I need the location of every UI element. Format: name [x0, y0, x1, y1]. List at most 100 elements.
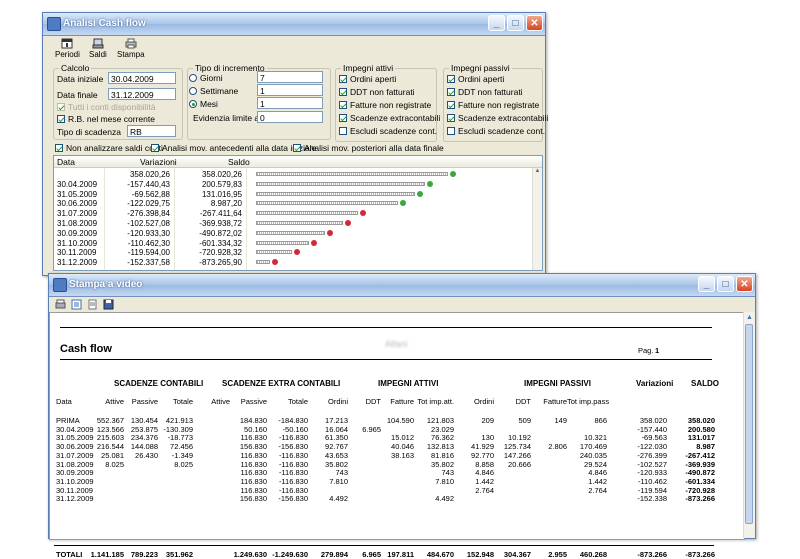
report-cell: 8.025 — [174, 459, 193, 469]
app-icon — [47, 17, 61, 31]
report-col-header: Attive — [211, 397, 230, 406]
rb-mese-checkbox[interactable]: R.B. nel mese corrente — [57, 114, 155, 124]
save-icon[interactable] — [103, 299, 114, 310]
impegni-attivi-label-0: Ordini aperti — [350, 74, 397, 84]
impegni-passivi-box-3 — [447, 114, 455, 122]
giorni-radio[interactable]: Giorni — [189, 73, 223, 83]
balance-bar — [256, 250, 292, 255]
report-cell: 6.965 — [362, 424, 381, 434]
report-col-header: Totale — [287, 397, 308, 406]
negative-marker-icon — [311, 239, 318, 246]
report-cell: 17.213 — [325, 416, 348, 425]
impegni-attivi-checkbox-0[interactable]: Ordini aperti — [339, 74, 396, 84]
settimane-field[interactable]: 1 — [257, 84, 323, 96]
report-cell: 8.025 — [105, 459, 124, 469]
scroll-up-arrow[interactable]: ▲ — [533, 168, 542, 174]
settimane-radio[interactable]: Settimane — [189, 86, 238, 96]
print-icon[interactable] — [55, 299, 66, 310]
data-iniziale-field[interactable]: 30.04.2009 — [108, 72, 176, 84]
data-finale-label: Data finale — [57, 90, 98, 100]
close-button[interactable]: ✕ — [526, 15, 543, 31]
impegni-attivi-checkbox-4[interactable]: Escludi scadenze cont. — [339, 126, 437, 136]
stampa-button[interactable]: Stampa — [117, 38, 145, 59]
report-cell: 184.830 — [239, 416, 267, 425]
report-cell: 116.830 — [240, 476, 267, 486]
minimize-button[interactable]: _ — [488, 15, 505, 31]
tipo-scadenza-field[interactable]: RB — [127, 125, 176, 137]
periodi-button[interactable]: Periodi — [55, 38, 80, 59]
negative-marker-icon — [272, 259, 278, 266]
report-cell: -116.830 — [278, 433, 308, 443]
grid-cell-date: 31.12.2009 — [57, 258, 98, 268]
page-setup-icon[interactable] — [71, 299, 82, 310]
mesi-field[interactable]: 1 — [257, 97, 323, 109]
balance-bar — [256, 201, 398, 206]
balance-bar — [256, 172, 448, 176]
cashflow-grid[interactable]: Data Variazioni Saldo 358.020,26 358.020,… — [53, 155, 543, 271]
print-window: Stampa a video _ □ ✕ Cash flow Alfani Pa… — [48, 273, 756, 559]
option-posteriori-checkbox[interactable]: Analisi mov. posteriori alla data finale — [293, 143, 444, 153]
report-cell: -102.527 — [637, 459, 667, 469]
minimize-button[interactable]: _ — [698, 276, 715, 292]
grid-cell-variazioni: -157.440,43 — [127, 179, 170, 189]
impegni-attivi-box-2 — [339, 101, 347, 109]
impegni-passivi-checkbox-1[interactable]: DDT non fatturati — [447, 87, 523, 97]
report-cell: 421.913 — [165, 416, 193, 425]
cashflow-window: Analisi Cash flow _ □ ✕ Periodi Saldi St… — [42, 12, 548, 276]
export-icon[interactable] — [87, 299, 98, 310]
impegni-passivi-checkbox-4[interactable]: Escludi scadenze cont. — [447, 126, 545, 136]
close-button[interactable]: ✕ — [736, 276, 753, 292]
grid-cell-date: 30.04.2009 — [57, 179, 98, 189]
impegni-passivi-checkbox-2[interactable]: Fatture non registrate — [447, 100, 539, 110]
evidenzia-field[interactable]: 0 — [257, 111, 323, 123]
negative-marker-icon — [344, 220, 351, 226]
grid-scrollbar[interactable]: ▲ — [532, 168, 542, 270]
giorni-field[interactable]: 7 — [257, 71, 323, 83]
grid-col-divider — [174, 168, 175, 270]
grid-cell-date: 30.09.2009 — [57, 228, 98, 238]
impegni-passivi-checkbox-0[interactable]: Ordini aperti — [447, 74, 504, 84]
report-cell: 2.764 — [475, 485, 494, 495]
cashflow-titlebar[interactable]: Analisi Cash flow _ □ ✕ — [43, 13, 545, 36]
report-scrollbar[interactable]: ▲ — [743, 312, 755, 538]
impegni-attivi-checkbox-1[interactable]: DDT non fatturati — [339, 87, 415, 97]
window-title: Analisi Cash flow — [63, 18, 146, 29]
grid-cell-variazioni: -69.562,88 — [131, 189, 170, 199]
balance-bar — [256, 221, 343, 225]
negative-marker-icon — [294, 249, 300, 256]
impegni-attivi-checkbox-2[interactable]: Fatture non registrate — [339, 100, 431, 110]
maximize-button[interactable]: □ — [717, 276, 734, 292]
impegni-attivi-title: Impegni attivi — [341, 63, 396, 73]
rb-mese-box — [57, 115, 65, 123]
report-cell: -18.773 — [167, 433, 193, 443]
report-cell: 4.492 — [435, 494, 454, 504]
scroll-thumb[interactable] — [745, 324, 753, 524]
report-cell: -490.872 — [685, 468, 715, 478]
option-non-analizzare-box — [55, 144, 63, 152]
option-non-analizzare-label: Non analizzare saldi conti — [66, 143, 163, 153]
report-cell: -130.309 — [163, 424, 193, 434]
report-cell: 1.442 — [588, 476, 607, 486]
mesi-radio[interactable]: Mesi — [189, 99, 218, 109]
maximize-button[interactable]: □ — [507, 15, 524, 31]
report-total-cell: 351.962 — [165, 550, 193, 559]
print-titlebar[interactable]: Stampa a video _ □ ✕ — [49, 274, 755, 297]
report-cell: 132.813 — [426, 442, 454, 452]
impegni-passivi-box-1 — [447, 88, 455, 96]
report-cell: 50.160 — [244, 424, 267, 434]
grid-cell-variazioni: -110.462,30 — [127, 238, 170, 248]
report-cell: 81.816 — [431, 450, 454, 460]
impegni-attivi-checkbox-3[interactable]: Scadenze extracontabili — [339, 113, 440, 123]
data-finale-field[interactable]: 31.12.2009 — [108, 88, 176, 100]
report-cell: 866 — [594, 416, 607, 425]
impegni-passivi-label-4: Escludi scadenze cont. — [458, 126, 545, 136]
positive-marker-icon — [399, 200, 406, 207]
saldi-button[interactable]: Saldi — [89, 38, 107, 59]
scroll-up-arrow[interactable]: ▲ — [744, 314, 755, 321]
option-non-analizzare-checkbox[interactable]: Non analizzare saldi conti — [55, 143, 163, 153]
option-antecedenti-checkbox[interactable]: Analisi mov. antecedenti alla data inizi… — [151, 143, 316, 153]
impegni-passivi-checkbox-3[interactable]: Scadenze extracontabili — [447, 113, 548, 123]
impegni-attivi-box-3 — [339, 114, 347, 122]
tipo-scadenza-label: Tipo di scadenza — [57, 127, 121, 137]
report-col-header: Tot imp.att. — [417, 397, 454, 406]
